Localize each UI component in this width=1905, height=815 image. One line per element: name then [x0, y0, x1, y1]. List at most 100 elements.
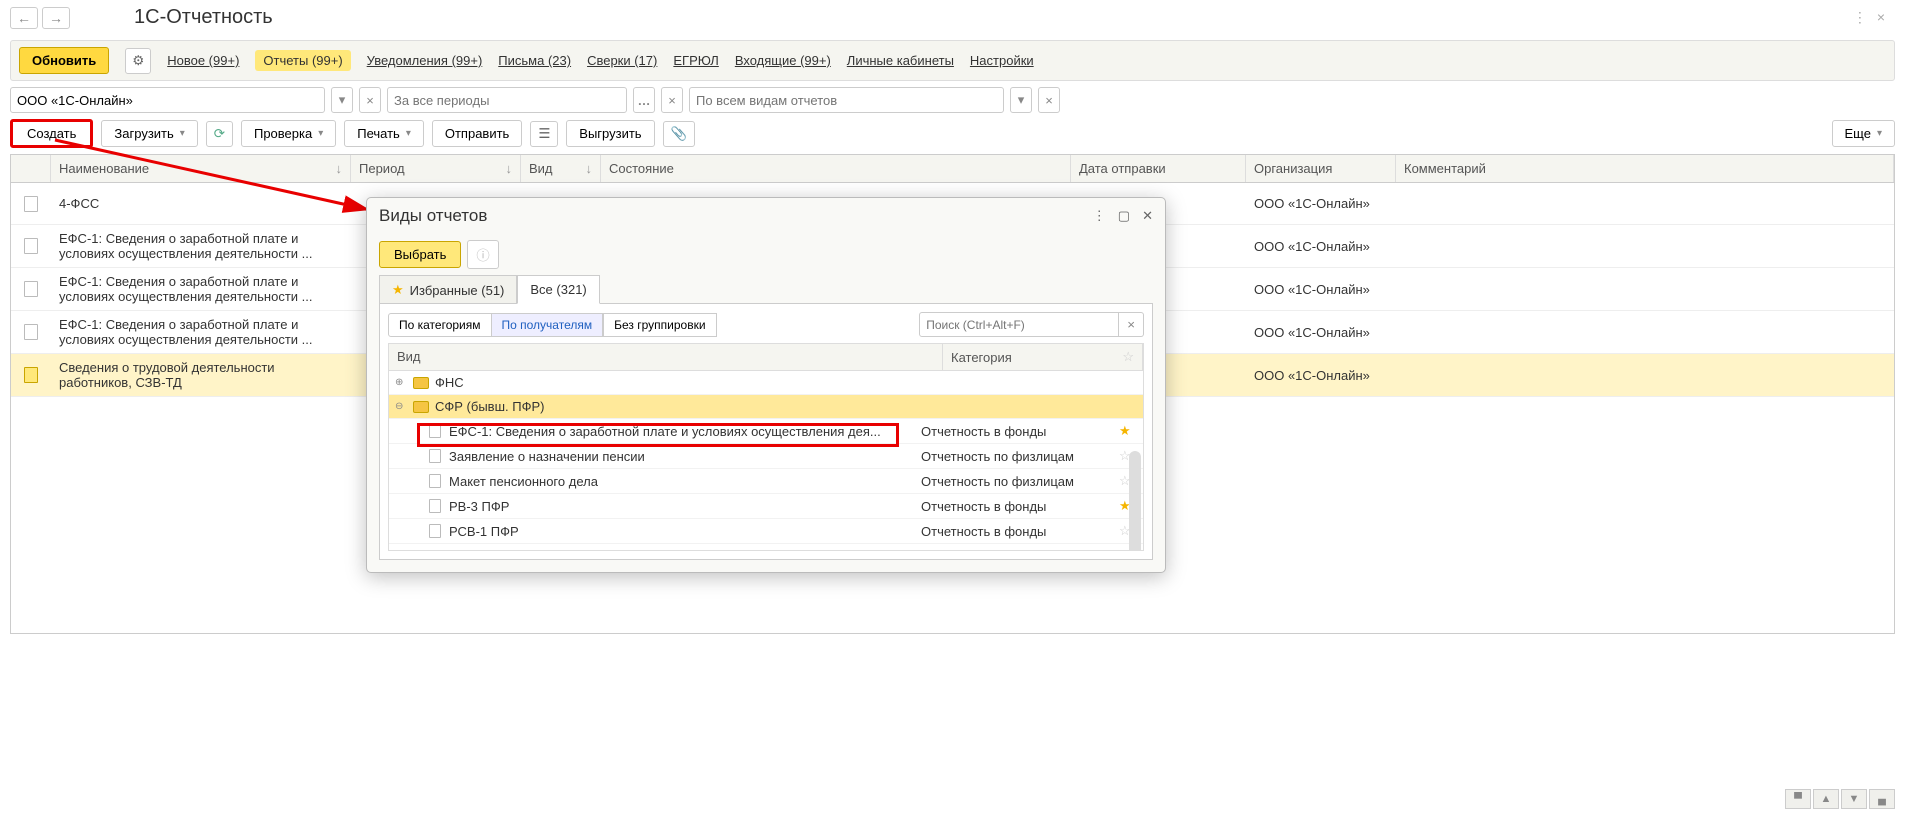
select-button[interactable]: Выбрать [379, 241, 461, 268]
export-button[interactable]: Выгрузить [566, 120, 654, 147]
nav-new[interactable]: Новое (99+) [167, 53, 239, 68]
th-state[interactable]: Состояние [601, 155, 1071, 182]
attachment-icon[interactable]: 📎 [663, 121, 696, 147]
th-org[interactable]: Организация [1246, 155, 1396, 182]
tree-item[interactable]: Макет пенсионного дела Отчетность по физ… [389, 469, 1143, 494]
nav-notifications[interactable]: Уведомления (99+) [367, 53, 483, 68]
load-button[interactable]: Загрузить▾ [101, 120, 197, 147]
more-button[interactable]: Еще▾ [1832, 120, 1895, 147]
document-icon [24, 238, 38, 254]
scroll-top-icon[interactable]: ▀ [1785, 789, 1811, 809]
collapse-icon[interactable]: ⊖ [395, 401, 407, 412]
cell-name: ЕФС-1: Сведения о заработной плате и усл… [51, 311, 351, 353]
item-category: Отчетность в фонды [921, 499, 1111, 514]
nav-reports[interactable]: Отчеты (99+) [255, 50, 350, 71]
nav-reconciliations[interactable]: Сверки (17) [587, 53, 657, 68]
load-label: Загрузить [114, 126, 173, 141]
scroll-down-icon[interactable]: ▼ [1841, 789, 1867, 809]
check-label: Проверка [254, 126, 312, 141]
create-button[interactable]: Создать [10, 119, 93, 148]
create-label: Создать [27, 126, 76, 141]
nav-cabinets[interactable]: Личные кабинеты [847, 53, 954, 68]
report-tree: ⊕ ФНС ⊖ СФР (бывш. ПФР) ЕФС-1: Сведения … [388, 371, 1144, 551]
tab-favorites[interactable]: ★Избранные (51) [379, 275, 517, 304]
dialog-search-input[interactable] [919, 312, 1119, 337]
action-row: Создать Загрузить▾ ⟳ Проверка▾ Печать▾ О… [10, 119, 1895, 148]
nav-incoming[interactable]: Входящие (99+) [735, 53, 831, 68]
tab-all[interactable]: Все (321) [517, 275, 599, 304]
cell-name: 4-ФСС [51, 190, 351, 217]
menu-dots-icon[interactable]: ⋮ [1853, 9, 1867, 26]
tree-item[interactable]: ЕФС-1: Сведения о заработной плате и усл… [389, 419, 1143, 444]
kind-filter-input[interactable] [689, 87, 1004, 113]
scrollbar[interactable] [1129, 451, 1141, 551]
print-label: Печать [357, 126, 400, 141]
dialog-title: Виды отчетов [379, 206, 487, 226]
th-period[interactable]: Период↓ [351, 155, 521, 182]
document-icon [429, 499, 441, 513]
check-button[interactable]: Проверка▾ [241, 120, 336, 147]
refresh-icon[interactable]: ⟳ [206, 121, 233, 147]
group-by-categories[interactable]: По категориям [388, 313, 492, 337]
folder-label: СФР (бывш. ПФР) [435, 399, 1137, 414]
print-button[interactable]: Печать▾ [344, 120, 424, 147]
item-label: РВ-3 ПФР [449, 499, 913, 514]
scroll-bottom-icon[interactable]: ▄ [1869, 789, 1895, 809]
th-sent[interactable]: Дата отправки [1071, 155, 1246, 182]
grid-header-category[interactable]: Категория☆ [943, 344, 1143, 370]
item-label: Макет пенсионного дела [449, 474, 913, 489]
kind-dropdown-icon[interactable]: ▾ [1010, 87, 1032, 113]
cell-org: ООО «1С-Онлайн» [1246, 190, 1396, 217]
th-kind[interactable]: Вид↓ [521, 155, 601, 182]
period-filter-input[interactable] [387, 87, 627, 113]
item-label: Заявление о назначении пенсии [449, 449, 913, 464]
item-category: Отчетность в фонды [921, 524, 1111, 539]
th-icon [11, 155, 51, 182]
expand-icon[interactable]: ⊕ [395, 377, 407, 388]
kind-clear-icon[interactable]: × [1038, 87, 1060, 113]
tree-folder[interactable]: ⊖ СФР (бывш. ПФР) [389, 395, 1143, 419]
tree-item[interactable]: РВ-3 ПФР Отчетность в фонды ★ [389, 494, 1143, 519]
favorite-star-icon[interactable]: ★ [1119, 423, 1137, 439]
cell-name: ЕФС-1: Сведения о заработной плате и усл… [51, 225, 351, 267]
footer-nav: ▀ ▲ ▼ ▄ [1785, 789, 1895, 809]
org-dropdown-icon[interactable]: ▾ [331, 87, 353, 113]
nav-settings[interactable]: Настройки [970, 53, 1034, 68]
more-label: Еще [1845, 126, 1871, 141]
dialog-maximize-icon[interactable]: ▢ [1118, 208, 1130, 224]
nav-letters[interactable]: Письма (23) [498, 53, 571, 68]
info-icon[interactable]: ⓘ [467, 240, 498, 269]
close-icon[interactable]: × [1877, 9, 1885, 26]
tree-item[interactable]: Заявление о назначении пенсии Отчетность… [389, 444, 1143, 469]
document-icon [24, 196, 38, 212]
list-icon[interactable]: ☰ [530, 121, 558, 147]
group-by-recipients[interactable]: По получателям [492, 313, 604, 337]
dialog-menu-icon[interactable]: ⋮ [1093, 208, 1106, 224]
nav-egrul[interactable]: ЕГРЮЛ [673, 53, 718, 68]
gear-icon[interactable]: ⚙ [125, 48, 151, 74]
item-category: Отчетность по физлицам [921, 449, 1111, 464]
toolbar-nav: Обновить ⚙ Новое (99+) Отчеты (99+) Увед… [10, 40, 1895, 81]
grid-header-kind[interactable]: Вид [389, 344, 943, 370]
period-picker-icon[interactable]: … [633, 87, 655, 113]
document-icon [429, 424, 441, 438]
forward-button[interactable]: → [42, 7, 70, 29]
period-clear-icon[interactable]: × [661, 87, 683, 113]
th-name[interactable]: Наименование↓ [51, 155, 351, 182]
scroll-up-icon[interactable]: ▲ [1813, 789, 1839, 809]
tree-folder[interactable]: ⊕ ФНС [389, 371, 1143, 395]
update-button[interactable]: Обновить [19, 47, 109, 74]
tree-item[interactable]: РСВ-1 ПФР Отчетность в фонды ☆ [389, 519, 1143, 544]
org-clear-icon[interactable]: × [359, 87, 381, 113]
th-comment[interactable]: Комментарий [1396, 155, 1894, 182]
item-category: Отчетность по физлицам [921, 474, 1111, 489]
document-icon [429, 449, 441, 463]
dialog-close-icon[interactable]: ✕ [1142, 208, 1153, 224]
send-button[interactable]: Отправить [432, 120, 522, 147]
back-button[interactable]: ← [10, 7, 38, 29]
table-header: Наименование↓ Период↓ Вид↓ Состояние Дат… [11, 155, 1894, 183]
group-by-none[interactable]: Без группировки [603, 313, 716, 337]
dialog-search-clear-icon[interactable]: × [1119, 312, 1144, 337]
send-label: Отправить [445, 126, 509, 141]
org-filter-input[interactable] [10, 87, 325, 113]
